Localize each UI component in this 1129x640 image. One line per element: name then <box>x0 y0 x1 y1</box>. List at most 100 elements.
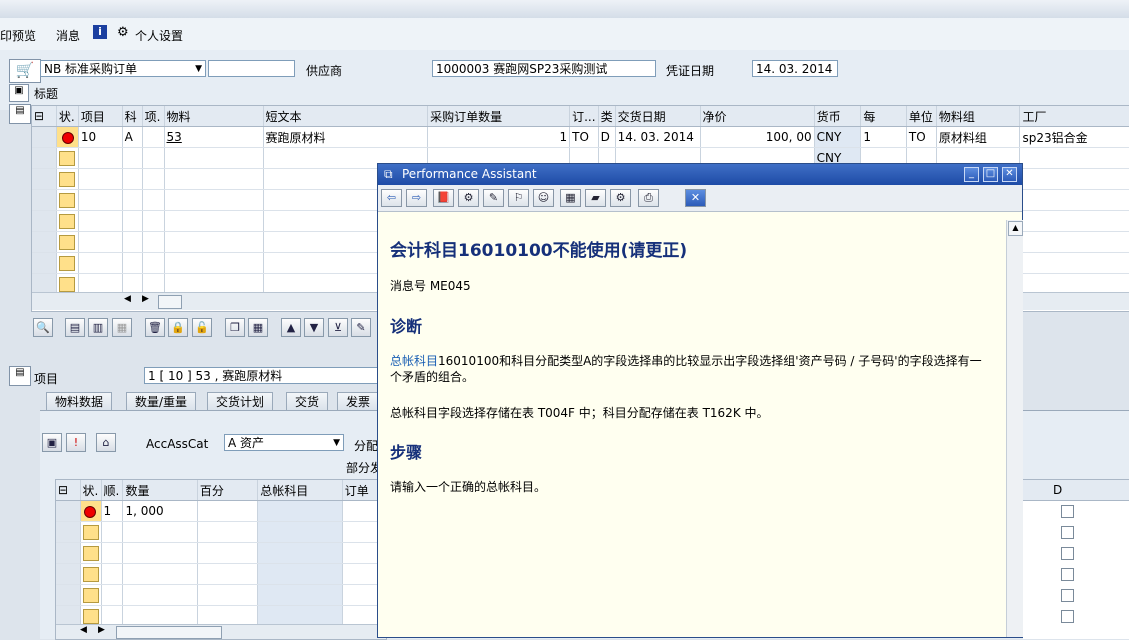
checkbox-d[interactable] <box>1061 526 1074 539</box>
tab-delivery-schedule[interactable]: 交货计划 <box>207 392 274 411</box>
note-icon[interactable]: ▰ <box>585 189 606 207</box>
table-row[interactable]: 1 1, 000 <box>56 500 386 522</box>
acc-ass-cat-select[interactable]: A 资产 ▼ <box>224 434 344 451</box>
users-icon[interactable]: ☺ <box>533 189 554 207</box>
scroll-right-icon[interactable]: ▶ <box>142 294 149 304</box>
duplicate-icon[interactable]: ❐ <box>225 318 245 337</box>
row-selector[interactable] <box>56 542 81 564</box>
row-selector[interactable] <box>32 231 57 253</box>
row-selector[interactable] <box>32 147 57 169</box>
table-icon[interactable]: ▦ <box>560 189 581 207</box>
row-selector[interactable] <box>32 126 57 148</box>
personal-settings-button[interactable]: 个人设置 <box>135 27 183 44</box>
col-short-text[interactable]: 短文本 <box>263 106 429 127</box>
copy-icon[interactable]: ▤ <box>65 318 85 337</box>
glossary-icon[interactable]: ⚐ <box>508 189 529 207</box>
messages-button[interactable]: 消息 <box>56 27 80 44</box>
cell-per[interactable]: 1 <box>860 126 907 148</box>
scroll-up-icon[interactable]: ▲ <box>1008 221 1023 236</box>
technical-info-icon[interactable]: ⚙ <box>458 189 479 207</box>
cell-net-price[interactable]: 100, 00 <box>700 126 815 148</box>
lock-icon[interactable]: 🔒 <box>168 318 188 337</box>
doc-date-field[interactable]: 14. 03. 2014 <box>752 60 838 77</box>
edit-icon[interactable]: ✎ <box>483 189 504 207</box>
gl-account-link[interactable]: 总帐科目 <box>390 354 438 368</box>
book-icon[interactable]: 📕 <box>433 189 454 207</box>
details-icon[interactable]: 🔍 <box>33 318 53 337</box>
col-acc[interactable]: 科 <box>122 106 143 127</box>
row-selector[interactable] <box>32 252 57 274</box>
row-selector[interactable] <box>32 189 57 211</box>
col-net-price[interactable]: 净价 <box>700 106 815 127</box>
cell-oun[interactable]: TO <box>569 126 599 148</box>
chevron-down-icon[interactable]: ▼ <box>333 435 340 452</box>
status-cell[interactable] <box>56 210 79 232</box>
cell-cat[interactable] <box>142 126 165 148</box>
col-material[interactable]: 物料 <box>164 106 264 127</box>
personal-settings-icon[interactable]: ⚙ <box>117 25 129 40</box>
status-cell[interactable] <box>80 563 102 585</box>
paste-icon[interactable]: ▦ <box>112 318 132 337</box>
select-all-rows-icon[interactable]: ▦ <box>248 318 268 337</box>
close-icon[interactable]: ✕ <box>1002 167 1017 182</box>
filter-set-icon[interactable]: ⊻ <box>328 318 348 337</box>
cell-item[interactable]: 10 <box>78 126 123 148</box>
back-icon[interactable]: ⇦ <box>381 189 402 207</box>
cell-mat-group[interactable]: 原材料组 <box>936 126 1021 148</box>
scroll-thumb[interactable] <box>158 295 182 309</box>
col-gl-account[interactable]: 总帐科目 <box>257 480 343 501</box>
col-currency[interactable]: 货币 <box>814 106 862 127</box>
settings-icon[interactable]: ⚙ <box>610 189 631 207</box>
dialog-vscroll[interactable]: ▲ <box>1006 220 1023 637</box>
row-selector[interactable] <box>56 521 81 543</box>
scroll-left-icon[interactable]: ◀ <box>124 294 131 304</box>
tab-material-data[interactable]: 物料数据 <box>46 392 113 411</box>
dialog-titlebar[interactable]: ⧉ Performance Assistant _ □ ✕ <box>378 164 1022 185</box>
maximize-icon[interactable]: □ <box>983 167 998 182</box>
col-d[interactable]: D <box>1053 483 1062 497</box>
sort-icon[interactable]: ▲ <box>281 318 301 337</box>
col-item[interactable]: 项目 <box>78 106 123 127</box>
status-error-icon[interactable] <box>80 500 102 522</box>
vendor-field[interactable]: 1000003 赛跑网SP23采购测试 <box>432 60 656 77</box>
table-row[interactable] <box>56 521 386 543</box>
cell-quantity[interactable]: 1, 000 <box>122 500 198 522</box>
print-icon[interactable]: ⎙ <box>638 189 659 207</box>
col-mat-group[interactable]: 物料组 <box>936 106 1021 127</box>
col-seq[interactable]: 顺. <box>101 480 124 501</box>
cell-unit[interactable]: TO <box>906 126 937 148</box>
status-error-icon[interactable] <box>56 126 79 148</box>
status-cell[interactable] <box>56 252 79 274</box>
status-cell[interactable] <box>56 168 79 190</box>
table-row[interactable] <box>56 584 386 606</box>
col-quantity[interactable]: 数量 <box>122 480 198 501</box>
account-details-icon[interactable]: ▣ <box>42 433 62 452</box>
cell-acc[interactable]: A <box>122 126 143 148</box>
chevron-down-icon[interactable]: ▼ <box>195 61 202 78</box>
checkbox-d[interactable] <box>1061 610 1074 623</box>
col-type[interactable]: 类 <box>598 106 616 127</box>
delete-icon[interactable]: 🗑 <box>145 318 165 337</box>
forward-icon[interactable]: ⇨ <box>406 189 427 207</box>
expand-header-icon[interactable]: ▣ <box>9 84 29 102</box>
scroll-thumb[interactable] <box>116 626 222 639</box>
checkbox-d[interactable] <box>1061 568 1074 581</box>
account-table-hscroll[interactable]: ◀ ▶ <box>56 624 386 639</box>
table-row[interactable]: 10 A 53 赛跑原材料 1 TO D 14. 03. 2014 100, 0… <box>32 126 1129 148</box>
col-unit[interactable]: 单位 <box>906 106 937 127</box>
error-flag-icon[interactable]: ! <box>66 433 86 452</box>
close-window-icon[interactable]: ✕ <box>685 189 706 207</box>
scroll-right-icon[interactable]: ▶ <box>98 625 105 635</box>
insert-icon[interactable]: ▥ <box>88 318 108 337</box>
cell-material[interactable]: 53 <box>164 126 264 148</box>
col-plant[interactable]: 工厂 <box>1019 106 1129 127</box>
status-cell[interactable] <box>80 521 102 543</box>
select-all-icon[interactable]: ⊟ <box>56 480 81 501</box>
more-icon[interactable]: ✎ <box>351 318 371 337</box>
col-oun[interactable]: 订... <box>569 106 599 127</box>
collapse-items-icon[interactable]: ▤ <box>9 104 31 124</box>
cart-icon[interactable]: 🛒 <box>9 59 41 83</box>
status-cell[interactable] <box>56 147 79 169</box>
row-selector[interactable] <box>32 210 57 232</box>
unlock-icon[interactable]: 🔓 <box>192 318 212 337</box>
